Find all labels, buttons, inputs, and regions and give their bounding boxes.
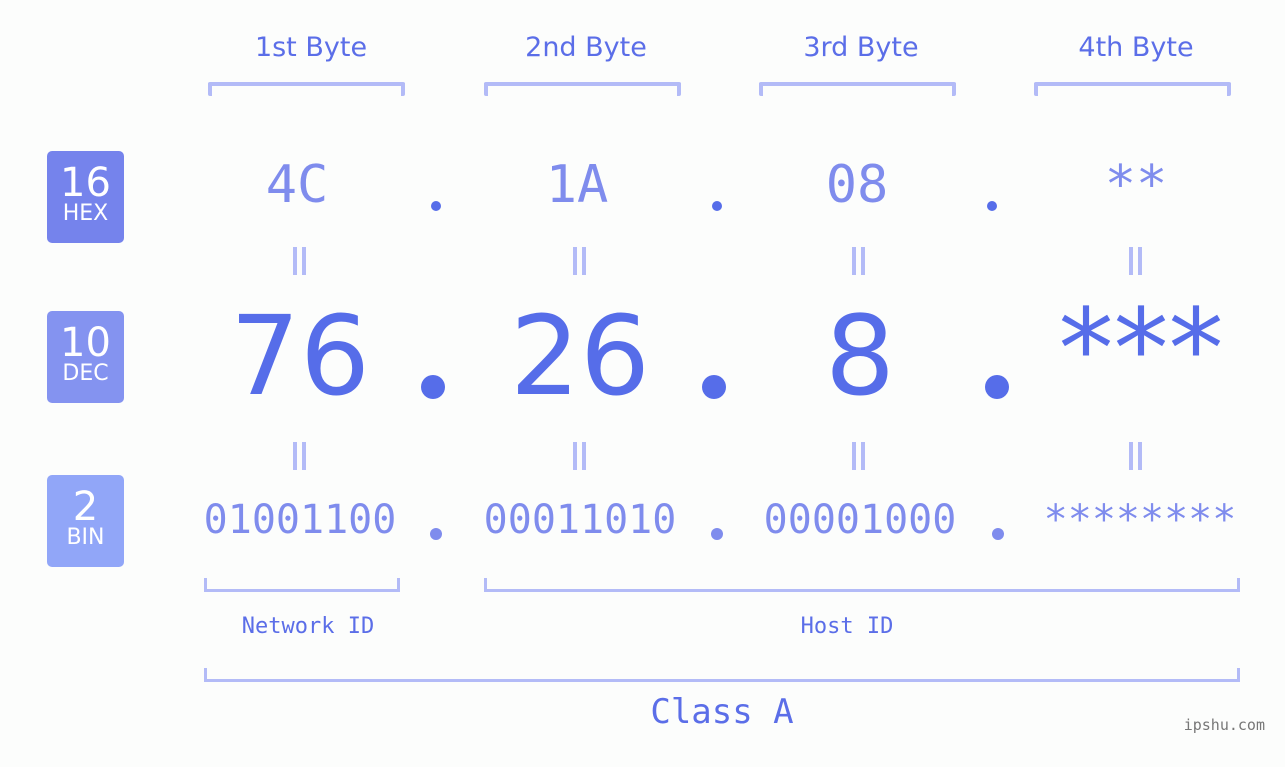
watermark: ipshu.com: [1183, 716, 1265, 734]
hex-byte-3: 08: [825, 155, 889, 215]
bin-byte-4: ********: [1043, 497, 1237, 543]
bin-label: BIN: [66, 525, 105, 550]
dec-dot-3: [985, 375, 1009, 399]
dec-label: DEC: [62, 361, 109, 386]
byte-bracket-2: [484, 82, 681, 96]
byte-header-1: 1st Byte: [254, 32, 368, 63]
equals-icon: [573, 247, 587, 275]
bin-dot-3: [992, 528, 1004, 540]
dec-base: 10: [60, 320, 111, 366]
byte-bracket-4: [1034, 82, 1231, 96]
dec-byte-3: 8: [825, 292, 895, 420]
bin-badge: 2 BIN: [47, 475, 124, 567]
dec-dot-2: [702, 375, 726, 399]
network-id-bracket: [204, 578, 400, 592]
dec-dot-1: [421, 375, 445, 399]
equals-icon: [293, 247, 307, 275]
equals-icon: [852, 247, 866, 275]
equals-icon: [573, 442, 587, 470]
hex-label: HEX: [62, 201, 109, 226]
dec-byte-4: ***: [1058, 285, 1224, 413]
dec-byte-1: 76: [230, 292, 370, 420]
network-id-label: Network ID: [241, 614, 375, 639]
bin-byte-2: 00011010: [483, 497, 677, 543]
hex-dot-3: [987, 201, 997, 211]
bin-dot-1: [430, 528, 442, 540]
hex-dot-1: [431, 201, 441, 211]
hex-base: 16: [60, 160, 111, 206]
hex-dot-2: [712, 201, 722, 211]
dec-badge: 10 DEC: [47, 311, 124, 403]
ip-class-label: Class A: [650, 692, 794, 732]
byte-header-4: 4th Byte: [1078, 32, 1194, 63]
dec-byte-2: 26: [510, 292, 650, 420]
bin-dot-2: [711, 528, 723, 540]
hex-byte-1: 4C: [265, 155, 329, 215]
host-id-label: Host ID: [800, 614, 894, 639]
class-bracket: [204, 668, 1240, 682]
hex-badge: 16 HEX: [47, 151, 124, 243]
equals-icon: [1129, 442, 1143, 470]
byte-header-2: 2nd Byte: [525, 32, 647, 63]
equals-icon: [293, 442, 307, 470]
equals-icon: [1129, 247, 1143, 275]
byte-bracket-1: [208, 82, 405, 96]
byte-bracket-3: [759, 82, 956, 96]
bin-byte-1: 01001100: [203, 497, 397, 543]
bin-base: 2: [72, 484, 99, 530]
bin-byte-3: 00001000: [763, 497, 957, 543]
equals-icon: [852, 442, 866, 470]
hex-byte-4: **: [1104, 155, 1168, 215]
byte-header-3: 3rd Byte: [803, 32, 919, 63]
hex-byte-2: 1A: [545, 155, 609, 215]
host-id-bracket: [484, 578, 1240, 592]
